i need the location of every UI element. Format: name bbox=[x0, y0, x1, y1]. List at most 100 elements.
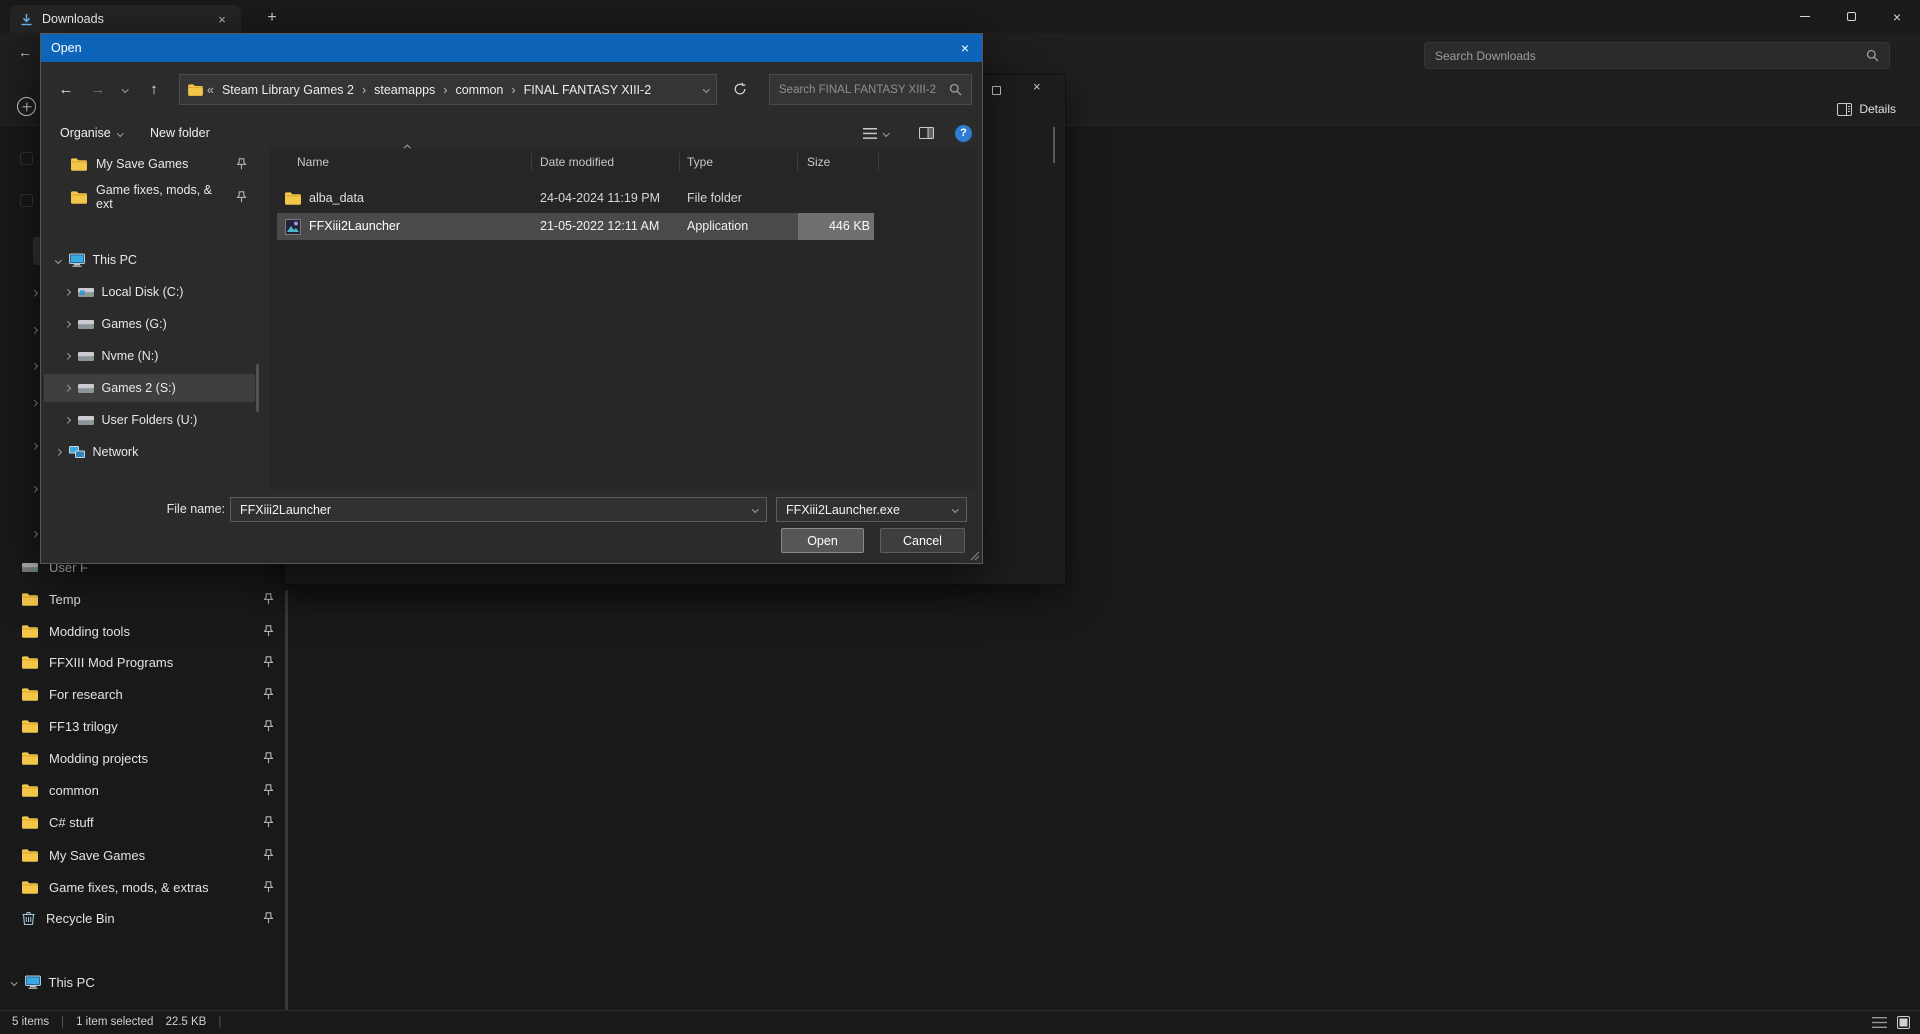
breadcrumb-segment[interactable]: FINAL FANTASY XIII-2 bbox=[520, 83, 656, 97]
breadcrumb-segment[interactable]: steamapps bbox=[370, 83, 439, 97]
bg-window-maximize-icon[interactable] bbox=[992, 86, 1001, 95]
file-row-ffxiii2launcher[interactable]: FFXiii2Launcher bbox=[285, 213, 400, 240]
sidebar-item-modding-projects[interactable]: Modding projects bbox=[22, 743, 278, 773]
tree-item-game-fixes[interactable]: Game fixes, mods, & ext bbox=[44, 183, 255, 211]
column-divider[interactable] bbox=[679, 153, 680, 171]
thumbnail-view-icon[interactable] bbox=[1897, 1016, 1910, 1029]
download-icon bbox=[21, 13, 32, 25]
tree-item-network[interactable]: Network bbox=[44, 438, 255, 466]
sidebar-item-ff13-trilogy[interactable]: FF13 trilogy bbox=[22, 711, 278, 741]
folder-icon bbox=[22, 655, 38, 669]
column-header-type[interactable]: Type bbox=[687, 151, 713, 173]
dialog-up-button[interactable]: ↑ bbox=[141, 76, 167, 102]
tab-close-icon[interactable]: × bbox=[213, 12, 231, 27]
bg-window-scrollbar[interactable] bbox=[1053, 127, 1055, 163]
dialog-forward-button[interactable]: → bbox=[85, 76, 111, 102]
open-button[interactable]: Open bbox=[781, 528, 864, 553]
resize-grip[interactable] bbox=[970, 551, 980, 561]
column-divider[interactable] bbox=[797, 153, 798, 171]
file-row-alba-data[interactable]: alba_data bbox=[285, 185, 364, 212]
dialog-search-input[interactable]: Search FINAL FANTASY XIII-2 bbox=[769, 74, 972, 105]
folder-icon bbox=[71, 157, 87, 171]
column-header-date-modified[interactable]: Date modified bbox=[540, 151, 614, 173]
breadcrumb-separator: › bbox=[361, 82, 367, 97]
column-divider[interactable] bbox=[878, 153, 879, 171]
sidebar-item-label: FFXIII Mod Programs bbox=[49, 654, 174, 670]
chevron-down-icon bbox=[116, 129, 124, 137]
organise-button[interactable]: Organise bbox=[60, 120, 124, 146]
search-icon bbox=[949, 83, 962, 96]
tree-item-my-save-games[interactable]: My Save Games bbox=[44, 150, 255, 178]
nav-back-icon[interactable]: ← bbox=[18, 44, 32, 60]
chevron-down-icon bbox=[55, 256, 62, 264]
sidebar-item-for-research[interactable]: For research bbox=[22, 679, 278, 709]
window-controls: × bbox=[1782, 0, 1920, 33]
file-name-combobox[interactable]: FFXiii2Launcher bbox=[230, 497, 767, 522]
new-tab-button[interactable]: + bbox=[260, 6, 284, 30]
breadcrumb-segment[interactable]: Steam Library Games 2 bbox=[218, 83, 358, 97]
status-separator: | bbox=[61, 1016, 65, 1028]
new-folder-button[interactable]: New folder bbox=[150, 120, 210, 146]
organise-label: Organise bbox=[60, 126, 111, 140]
pin-icon bbox=[263, 816, 274, 828]
tree-item-games-2-s[interactable]: Games 2 (S:) bbox=[44, 374, 255, 402]
preview-pane-button[interactable] bbox=[919, 120, 934, 146]
tab-downloads[interactable]: Downloads × bbox=[10, 5, 241, 33]
refresh-icon[interactable] bbox=[733, 82, 747, 96]
dialog-close-button[interactable]: × bbox=[948, 34, 982, 62]
sidebar-item-label: FF13 trilogy bbox=[49, 718, 118, 734]
column-header-size[interactable]: Size bbox=[807, 151, 830, 173]
tree-item-user-folders-u[interactable]: User Folders (U:) bbox=[44, 406, 255, 434]
sidebar-item-modding-tools[interactable]: Modding tools bbox=[22, 616, 278, 646]
sidebar-scrollbar[interactable] bbox=[285, 590, 288, 1010]
column-divider[interactable] bbox=[531, 153, 532, 171]
tree-item-label: My Save Games bbox=[96, 157, 189, 171]
folder-icon bbox=[22, 719, 38, 733]
explorer-search-placeholder: Search Downloads bbox=[1435, 48, 1536, 63]
tree-item-this-pc[interactable]: This PC bbox=[44, 246, 255, 274]
tree-item-local-disk-c[interactable]: Local Disk (C:) bbox=[44, 278, 255, 306]
window-close-button[interactable]: × bbox=[1874, 0, 1920, 33]
sidebar-item-label: Modding tools bbox=[49, 623, 130, 639]
help-button[interactable]: ? bbox=[955, 120, 972, 146]
breadcrumb-dropdown-icon[interactable] bbox=[702, 86, 709, 93]
sidebar-item-csharp-stuff[interactable]: C# stuff bbox=[22, 807, 278, 837]
column-header-name[interactable]: Name bbox=[297, 151, 329, 173]
sidebar-item-label: Modding projects bbox=[49, 750, 148, 766]
tree-item-games-g[interactable]: Games (G:) bbox=[44, 310, 255, 338]
pin-icon bbox=[263, 752, 274, 764]
bg-window-close-icon[interactable]: × bbox=[1033, 79, 1041, 94]
sidebar-item-recycle-bin[interactable]: Recycle Bin bbox=[22, 903, 278, 933]
window-maximize-button[interactable] bbox=[1828, 0, 1874, 33]
preview-pane-icon bbox=[919, 127, 934, 139]
details-pane-button[interactable]: Details bbox=[1831, 96, 1902, 122]
dialog-titlebar[interactable]: Open bbox=[41, 34, 982, 62]
sidebar-item-ffxiii-mod-programs[interactable]: FFXIII Mod Programs bbox=[22, 647, 278, 677]
breadcrumb-overflow[interactable]: « bbox=[206, 83, 215, 97]
tree-scrollbar[interactable] bbox=[256, 364, 259, 412]
sidebar-item-this-pc[interactable]: This PC bbox=[11, 967, 268, 997]
explorer-search-input[interactable]: Search Downloads bbox=[1424, 42, 1890, 69]
sidebar-item-common[interactable]: common bbox=[22, 775, 278, 805]
chevron-right-icon bbox=[64, 288, 71, 296]
pin-icon bbox=[236, 191, 247, 203]
folder-icon bbox=[71, 190, 87, 204]
folder-icon bbox=[188, 83, 203, 96]
details-view-icon[interactable] bbox=[1872, 1017, 1887, 1028]
sidebar-item-my-save-games[interactable]: My Save Games bbox=[22, 840, 278, 870]
history-dropdown[interactable] bbox=[115, 76, 135, 102]
details-pane-icon bbox=[1837, 102, 1853, 116]
tree-item-nvme-n[interactable]: Nvme (N:) bbox=[44, 342, 255, 370]
dialog-back-button[interactable]: ← bbox=[53, 76, 79, 102]
file-type-combobox[interactable]: FFXiii2Launcher.exe bbox=[776, 497, 967, 522]
file-name: alba_data bbox=[309, 191, 364, 205]
cancel-button[interactable]: Cancel bbox=[880, 528, 965, 553]
sidebar-item-temp[interactable]: Temp bbox=[22, 584, 278, 614]
views-button[interactable] bbox=[863, 120, 890, 146]
window-minimize-button[interactable] bbox=[1782, 0, 1828, 33]
new-item-icon[interactable] bbox=[17, 97, 36, 116]
breadcrumb[interactable]: « Steam Library Games 2 › steamapps › co… bbox=[179, 74, 717, 105]
sidebar-item-game-fixes[interactable]: Game fixes, mods, & extras bbox=[22, 872, 278, 902]
explorer-tabstrip: Downloads × + × bbox=[0, 0, 1920, 33]
breadcrumb-segment[interactable]: common bbox=[451, 83, 507, 97]
